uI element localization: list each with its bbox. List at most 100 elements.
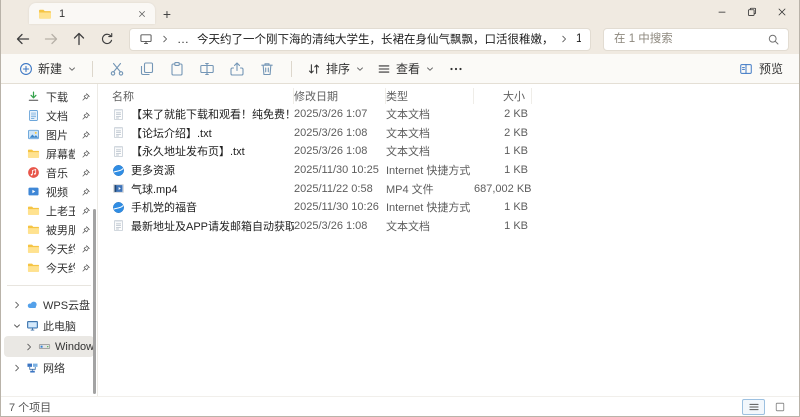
delete-button[interactable] [254, 57, 280, 81]
explorer-tab[interactable]: 1 [29, 3, 155, 24]
column-header-type[interactable]: 类型 [386, 88, 474, 104]
pin-icon [81, 206, 91, 216]
address-bar[interactable]: … 今天约了一个刚下海的清纯大学生，长裙在身仙气飘飘，口活很稚嫩，各种姿势轮番上… [129, 27, 591, 51]
close-button[interactable] [767, 1, 797, 23]
thumbnails-view-toggle[interactable] [768, 399, 791, 415]
file-size: 687,002 KB [474, 182, 532, 195]
sidebar-item-wps-cloud[interactable]: WPS云盘 [4, 294, 94, 315]
details-view-toggle[interactable] [742, 398, 765, 415]
new-button[interactable]: 新建 [13, 57, 83, 81]
download-icon [27, 90, 40, 103]
file-name: 最新地址及APP请发邮箱自动获取！！！.txt [131, 220, 294, 233]
sidebar-item-label: 文档 [46, 110, 68, 123]
plus-circle-icon [19, 62, 33, 76]
file-date-modified: 2025/3/26 1:08 [294, 219, 368, 232]
new-tab-button[interactable]: + [155, 3, 179, 24]
file-row[interactable]: 气球.mp4 2025/11/22 0:58 MP4 文件 687,002 KB [98, 179, 799, 198]
txt-icon [112, 219, 125, 232]
more-options-button[interactable] [443, 57, 469, 81]
share-button[interactable] [224, 57, 250, 81]
video-file-icon [112, 182, 125, 195]
folder-icon [27, 204, 40, 217]
ellipsis-icon [448, 61, 464, 77]
network-icon [26, 361, 39, 374]
back-button[interactable] [11, 27, 35, 51]
sidebar-quick-access: 下载文档图片屏幕截图音乐视频上老王论坛当被男朋友拍了今天约的第一今天约了个刚 [1, 87, 97, 277]
restore-button[interactable] [737, 1, 767, 23]
sidebar-item-pictures[interactable]: 图片 [1, 125, 97, 144]
sidebar-item-network[interactable]: 网络 [4, 357, 94, 378]
sidebar-item-music[interactable]: 音乐 [1, 163, 97, 182]
chevron-right-icon[interactable] [12, 300, 22, 310]
minimize-button[interactable] [707, 1, 737, 23]
chevron-right-icon[interactable] [24, 342, 34, 352]
cut-button[interactable] [104, 57, 130, 81]
sidebar-item-label: 图片 [46, 129, 68, 142]
minimize-icon [716, 6, 728, 18]
breadcrumb-folder-name[interactable]: 今天约了一个刚下海的清纯大学生，长裙在身仙气飘飘，口活很稚嫩，各种姿势轮番上演 [197, 31, 552, 47]
sidebar-item-windows-ssd[interactable]: Windows-SSD [4, 336, 94, 357]
forward-button[interactable] [39, 27, 63, 51]
breadcrumb-collapsed[interactable]: … [177, 32, 190, 46]
this-pc-icon [139, 32, 153, 46]
folder-icon [27, 147, 40, 160]
pin-icon [81, 225, 91, 235]
pin-icon [81, 168, 91, 178]
file-type: 文本文档 [386, 220, 430, 233]
copy-button[interactable] [134, 57, 160, 81]
sidebar-item-documents[interactable]: 文档 [1, 106, 97, 125]
breadcrumb-current-folder[interactable]: 1 [576, 33, 581, 45]
column-header-date-modified[interactable]: 修改日期 [294, 88, 386, 104]
restore-icon [746, 6, 758, 18]
sidebar-item-folder-4[interactable]: 今天约了个刚 [1, 258, 97, 277]
new-button-label: 新建 [38, 62, 63, 76]
column-header-size[interactable]: 大小 [474, 88, 532, 104]
view-button[interactable]: 查看 [371, 57, 441, 81]
chevron-down-icon[interactable] [12, 321, 22, 331]
sidebar-item-folder-3[interactable]: 今天约的第一 [1, 239, 97, 258]
chevron-down-icon [67, 64, 77, 74]
file-size: 1 KB [504, 219, 528, 232]
videos-icon [27, 185, 40, 198]
folder-icon [27, 261, 40, 274]
file-row[interactable]: 最新地址及APP请发邮箱自动获取！！！.txt2025/3/26 1:08 文本文… [98, 217, 799, 236]
paste-button[interactable] [164, 57, 190, 81]
file-row[interactable]: 【论坛介绍】.txt 2025/3/26 1:08 文本文档 2 KB [98, 124, 799, 143]
sort-button[interactable]: 排序 [301, 57, 371, 81]
refresh-button[interactable] [95, 27, 119, 51]
pin-icon [81, 92, 91, 102]
file-row[interactable]: 更多资源 2025/11/30 10:25 Internet 快捷方式 1 KB [98, 161, 799, 180]
sidebar-scrollbar[interactable] [93, 209, 96, 394]
file-row[interactable]: 手机党的福音 2025/11/30 10:26 Internet 快捷方式 1 KB [98, 198, 799, 217]
pin-icon [81, 149, 91, 159]
sidebar-item-downloads[interactable]: 下载 [1, 87, 97, 106]
navigation-bar: … 今天约了一个刚下海的清纯大学生，长裙在身仙气飘飘，口活很稚嫩，各种姿势轮番上… [1, 24, 799, 54]
sidebar-item-label: WPS云盘 [43, 299, 91, 312]
preview-toggle-button[interactable]: 预览 [735, 57, 787, 81]
file-name: 更多资源 [131, 165, 175, 178]
navigation-sidebar: 下载文档图片屏幕截图音乐视频上老王论坛当被男朋友拍了今天约的第一今天约了个刚 W… [1, 84, 98, 396]
sidebar-item-this-pc[interactable]: 此电脑 [4, 315, 94, 336]
forward-icon [43, 31, 59, 47]
rename-button[interactable] [194, 57, 220, 81]
file-row[interactable]: 【来了就能下载和观看！纯免费！】.txt2025/3/26 1:07 文本文档 2 … [98, 105, 799, 124]
pin-icon [81, 187, 91, 197]
sidebar-item-label: 音乐 [46, 167, 68, 180]
sidebar-item-screenshots[interactable]: 屏幕截图 [1, 144, 97, 163]
search-input[interactable] [612, 32, 761, 46]
back-icon [15, 31, 31, 47]
up-button[interactable] [67, 27, 91, 51]
sidebar-item-folder-1[interactable]: 上老王论坛当 [1, 201, 97, 220]
sidebar-item-videos[interactable]: 视频 [1, 182, 97, 201]
file-size: 1 KB [504, 164, 528, 177]
tab-close-icon[interactable] [137, 9, 147, 19]
file-name: 【永久地址发布页】.txt [131, 146, 245, 159]
file-name: 【来了就能下载和观看！纯免费！】.txt [131, 109, 294, 122]
column-header-name[interactable]: 名称 [112, 88, 294, 104]
sort-icon [307, 62, 321, 76]
sidebar-item-folder-2[interactable]: 被男朋友拍了 [1, 220, 97, 239]
file-row[interactable]: 【永久地址发布页】.txt 2025/3/26 1:08 文本文档 1 KB [98, 142, 799, 161]
file-type: Internet 快捷方式 [386, 165, 471, 178]
chevron-right-icon[interactable] [12, 363, 22, 373]
sidebar-tree: WPS云盘此电脑 Windows-SSD 网络 [1, 294, 97, 378]
